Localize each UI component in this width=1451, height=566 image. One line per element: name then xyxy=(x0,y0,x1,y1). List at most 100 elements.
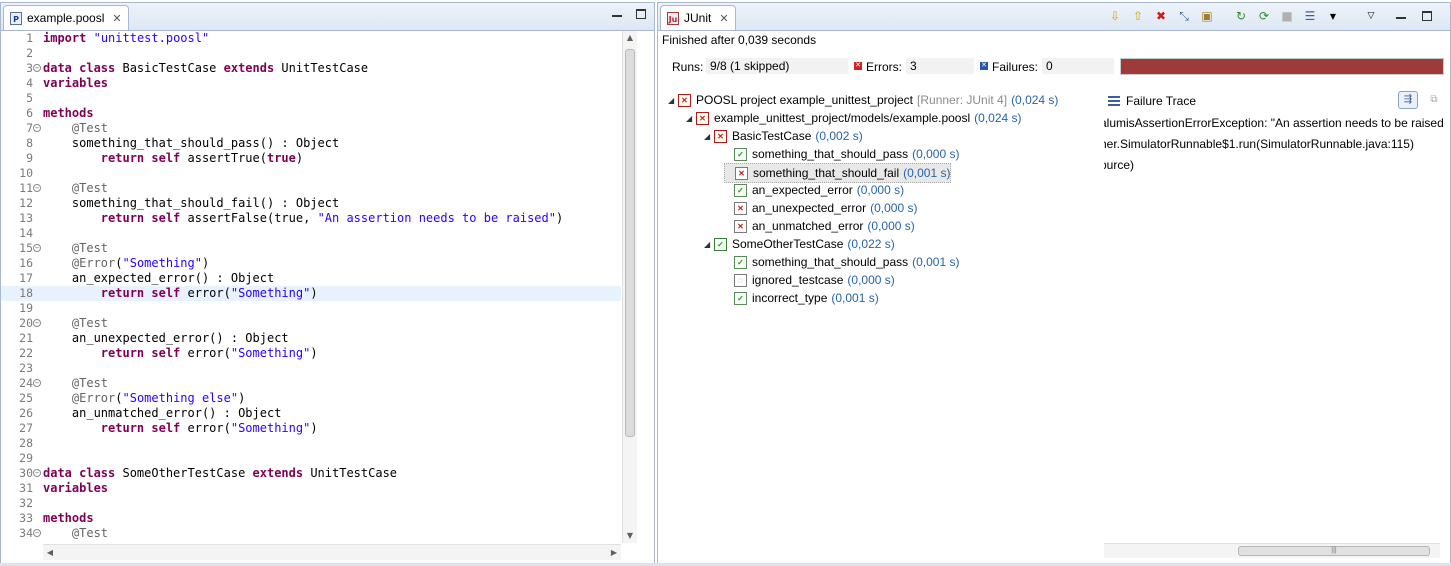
maximize-icon[interactable] xyxy=(1422,11,1432,21)
code-line[interactable]: 10 xyxy=(1,166,621,181)
line-number: 5 xyxy=(26,91,33,105)
history-icon[interactable]: ☰ xyxy=(1301,7,1319,25)
expand-arrow-icon[interactable]: ◢ xyxy=(686,114,696,123)
close-icon[interactable]: ✕ xyxy=(112,12,121,25)
layout-icon[interactable]: ▣ xyxy=(1198,7,1216,25)
code-line[interactable]: 16 @Error("Something") xyxy=(1,256,621,271)
maximize-icon[interactable] xyxy=(636,9,646,19)
scroll-left-arrow-icon[interactable]: ◀ xyxy=(43,545,57,560)
fold-toggle-icon[interactable]: − xyxy=(33,124,41,132)
junit-tab[interactable]: Ju JUnit ✕ xyxy=(660,5,736,30)
rerun-icon[interactable]: ↻ xyxy=(1232,7,1250,25)
test-case-node[interactable]: ✓ incorrect_type (0,001 s) xyxy=(724,289,879,307)
expand-arrow-icon[interactable]: ◢ xyxy=(704,240,714,249)
code-line[interactable]: 31 variables xyxy=(1,481,621,496)
view-menu-icon[interactable]: ▽ xyxy=(1362,7,1380,25)
horizontal-scrollbar[interactable]: ◀ ▶ xyxy=(43,544,621,560)
compare-result-icon[interactable]: ⧉ xyxy=(1424,91,1444,109)
code-line[interactable]: 7− @Test xyxy=(1,121,621,136)
test-case-node[interactable]: ✓ an_expected_error (0,000 s) xyxy=(724,181,904,199)
test-case-node[interactable]: ✕ something_that_should_fail (0,001 s) xyxy=(724,163,952,183)
code-line[interactable]: 23 xyxy=(1,361,621,376)
test-case-node[interactable]: ✕ an_unexpected_error (0,000 s) xyxy=(724,199,917,217)
trace-text[interactable]: alumisAssertionErrorException: "An asser… xyxy=(1104,113,1444,176)
code-line[interactable]: 28 xyxy=(1,436,621,451)
code-line[interactable]: 20− @Test xyxy=(1,316,621,331)
code-line[interactable]: 33 methods xyxy=(1,511,621,526)
test-case-node[interactable]: ✓ something_that_should_pass (0,001 s) xyxy=(724,253,959,271)
fold-toggle-icon[interactable]: − xyxy=(33,379,41,387)
code-line[interactable]: 24− @Test xyxy=(1,376,621,391)
code-line[interactable]: 32 xyxy=(1,496,621,511)
fold-toggle-icon[interactable]: − xyxy=(33,244,41,252)
history-dropdown-icon[interactable]: ▼ xyxy=(1324,7,1342,25)
scrollbar-thumb[interactable] xyxy=(625,49,635,437)
duration-label: (0,000 s) xyxy=(847,273,895,287)
scroll-down-arrow-icon[interactable]: ▼ xyxy=(623,529,637,543)
code-line[interactable]: 12 something_that_should_fail() : Object xyxy=(1,196,621,211)
test-case-node[interactable]: ✓ something_that_should_pass (0,000 s) xyxy=(724,145,959,163)
code-line[interactable]: 17 an_expected_error() : Object xyxy=(1,271,621,286)
trace-horizontal-scrollbar[interactable]: ||| xyxy=(1104,543,1440,558)
minimize-icon[interactable] xyxy=(1396,11,1406,21)
test-suite-node[interactable]: ◢ ✓ SomeOtherTestCase (0,022 s) xyxy=(704,235,895,253)
code-line[interactable]: 2 xyxy=(1,46,621,61)
editor-tab[interactable]: P example.poosl ✕ xyxy=(3,5,129,30)
code-line[interactable]: 19 xyxy=(1,301,621,316)
minimize-icon[interactable] xyxy=(612,9,622,19)
stop-icon[interactable]: ■ xyxy=(1278,7,1296,25)
code-line[interactable]: 3− data class BasicTestCase extends UnitT… xyxy=(1,61,621,76)
code-line[interactable]: 26 an_unmatched_error() : Object xyxy=(1,406,621,421)
code-line[interactable]: 27 return self error("Something") xyxy=(1,421,621,436)
line-number: 30 xyxy=(19,466,33,480)
code-line[interactable]: 22 return self error("Something") xyxy=(1,346,621,361)
fold-toggle-icon[interactable]: − xyxy=(33,469,41,477)
vertical-scrollbar[interactable]: ▲ ▼ xyxy=(622,31,637,543)
duration-label: (0,001 s) xyxy=(831,291,879,305)
test-tree[interactable]: ◢ ✕ POOSL project example_unittest_project… xyxy=(662,91,1102,561)
scrollbar-thumb[interactable]: ||| xyxy=(1238,546,1430,556)
expand-arrow-icon[interactable]: ◢ xyxy=(668,96,678,105)
next-failure-icon[interactable]: ⇩ xyxy=(1106,7,1124,25)
code-line[interactable]: 8 something_that_should_pass() : Object xyxy=(1,136,621,151)
line-number: 32 xyxy=(19,496,33,510)
code-line[interactable]: 5 xyxy=(1,91,621,106)
test-suite-node[interactable]: ◢ ✕ POOSL project example_unittest_project… xyxy=(668,91,1058,109)
test-case-node[interactable]: ✕ an_unmatched_error (0,000 s) xyxy=(724,217,915,235)
scroll-up-arrow-icon[interactable]: ▲ xyxy=(623,31,637,45)
fold-toggle-icon[interactable]: − xyxy=(33,64,41,72)
code-line[interactable]: 30− data class SomeOtherTestCase extends … xyxy=(1,466,621,481)
rerun-failed-first-icon[interactable]: ⟳ xyxy=(1255,7,1273,25)
code-line[interactable]: 13 return self assertFalse(true, "An ass… xyxy=(1,211,621,226)
code-line[interactable]: 14 xyxy=(1,226,621,241)
test-suite-node[interactable]: ◢ ✕ example_unittest_project/models/exampl… xyxy=(686,109,1022,127)
code-line[interactable]: 25 @Error("Something else") xyxy=(1,391,621,406)
code-line[interactable]: 29 xyxy=(1,451,621,466)
code-text: something_that_should_pass() : Object xyxy=(43,136,340,150)
code-line[interactable]: 18 return self error("Something") xyxy=(1,286,621,301)
scroll-right-arrow-icon[interactable]: ▶ xyxy=(607,545,621,560)
code-line[interactable]: 6 methods xyxy=(1,106,621,121)
code-line[interactable]: 15− @Test xyxy=(1,241,621,256)
test-case-node[interactable]: ◌ ignored_testcase (0,000 s) xyxy=(724,271,895,289)
fold-toggle-icon[interactable]: − xyxy=(33,529,41,537)
scroll-lock-icon[interactable]: ⤡ xyxy=(1175,7,1193,25)
previous-failure-icon[interactable]: ⇧ xyxy=(1129,7,1147,25)
code-line[interactable]: 34− @Test xyxy=(1,526,621,541)
fold-toggle-icon[interactable]: − xyxy=(33,319,41,327)
show-failures-only-icon[interactable]: ✖ xyxy=(1152,7,1170,25)
code-line[interactable]: 4 variables xyxy=(1,76,621,91)
code-text: @Test xyxy=(71,526,109,540)
line-number: 18 xyxy=(19,286,33,300)
fold-toggle-icon[interactable]: − xyxy=(33,184,41,192)
code-line[interactable]: 9 return self assertTrue(true) xyxy=(1,151,621,166)
code-editor[interactable]: 1 import "unittest.poosl" 2 3− data class Ba… xyxy=(1,31,621,543)
editor-pane: P example.poosl ✕ 1 import "unittest.poos… xyxy=(0,2,655,564)
filter-stack-trace-icon[interactable]: ⇶ xyxy=(1398,91,1418,109)
code-line[interactable]: 1 import "unittest.poosl" xyxy=(1,31,621,46)
test-suite-node[interactable]: ◢ ✕ BasicTestCase (0,002 s) xyxy=(704,127,863,145)
code-line[interactable]: 11− @Test xyxy=(1,181,621,196)
code-line[interactable]: 21 an_unexpected_error() : Object xyxy=(1,331,621,346)
close-icon[interactable]: ✕ xyxy=(719,12,728,25)
expand-arrow-icon[interactable]: ◢ xyxy=(704,132,714,141)
